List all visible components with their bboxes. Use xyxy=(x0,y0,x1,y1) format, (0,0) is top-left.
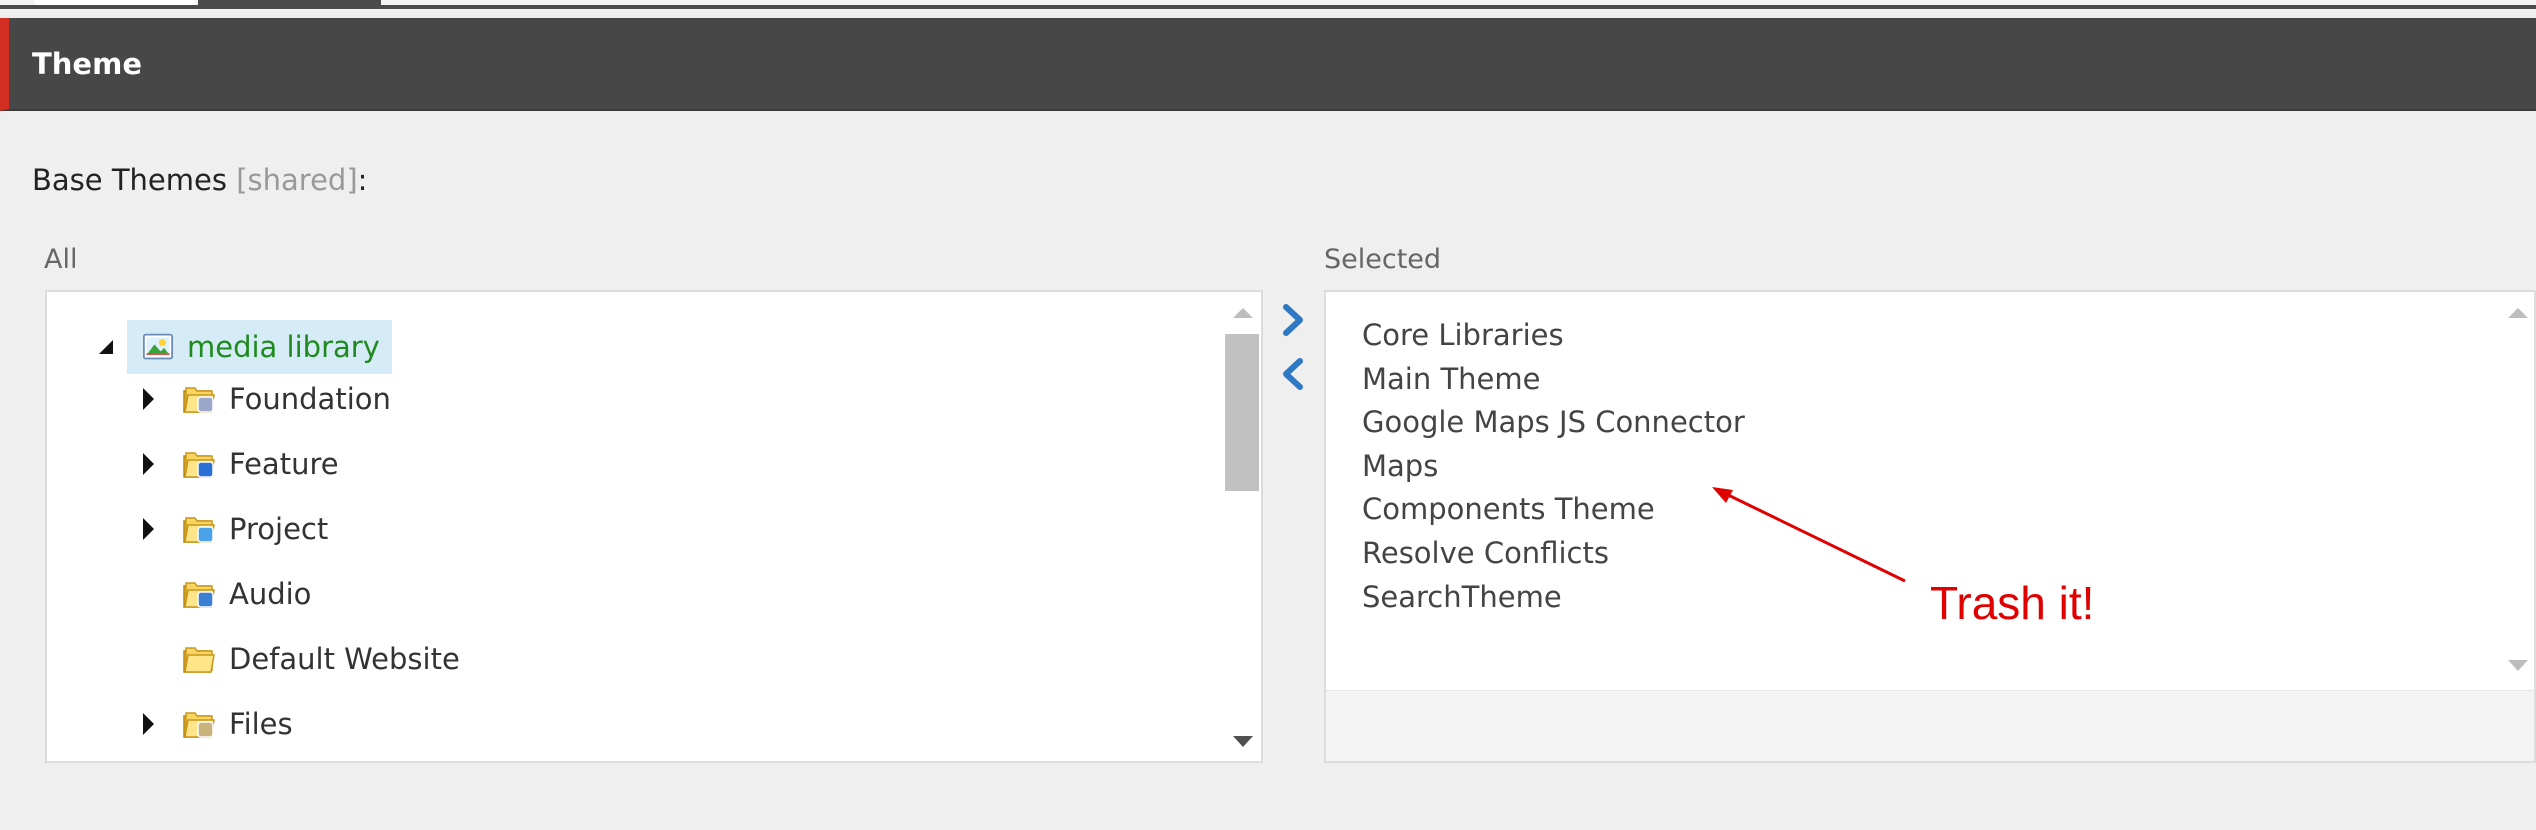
annotation-text: Trash it! xyxy=(1930,577,2095,629)
annotation-arrow xyxy=(1712,487,1906,583)
